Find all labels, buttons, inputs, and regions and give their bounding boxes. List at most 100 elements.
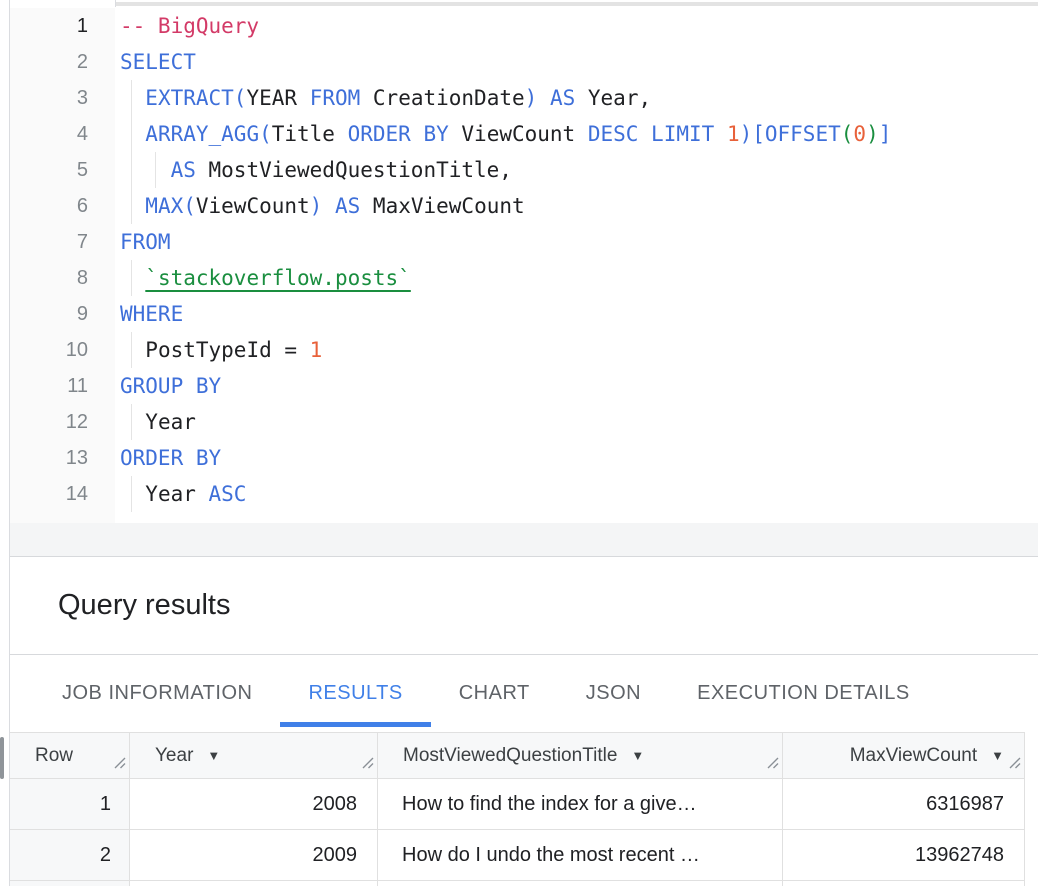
code-line: WHERE — [120, 296, 1038, 332]
column-header-label: MaxViewCount — [850, 745, 977, 767]
tab-label: EXECUTION DETAILS — [697, 682, 910, 705]
column-header-label: Row — [35, 745, 73, 767]
code-token: ORDER BY — [348, 122, 449, 146]
code-token: MaxViewCount — [360, 194, 524, 218]
code-token: FROM — [310, 86, 361, 110]
code-token: AS — [550, 86, 575, 110]
indent-guide — [131, 116, 132, 152]
sort-caret-icon[interactable]: ▼ — [207, 748, 220, 763]
code-token: Year — [145, 482, 208, 506]
code-line: -- BigQuery — [120, 8, 1038, 44]
code-token: -- BigQuery — [120, 14, 259, 38]
code-token: MostViewedQuestionTitle, — [196, 158, 512, 182]
code-token: MAX( — [145, 194, 196, 218]
cell-mostviewedquestiontitle: How to find the index for a give… — [378, 779, 783, 830]
code-token: ViewCount — [196, 194, 310, 218]
column-resize-handle-icon[interactable] — [113, 753, 126, 775]
table-row: 12008How to find the index for a give…63… — [10, 779, 1025, 830]
line-number: 10 — [10, 332, 88, 368]
cell-mostviewedquestiontitle: How do I undo the most recent … — [378, 830, 783, 881]
code-token — [120, 86, 145, 110]
table-row — [10, 881, 1025, 886]
code-token — [120, 194, 145, 218]
tab-label: JSON — [586, 682, 641, 705]
code-token: AS — [171, 158, 196, 182]
code-token: Title — [272, 122, 335, 146]
tab-results[interactable]: RESULTS — [280, 655, 430, 731]
indent-guide — [131, 260, 132, 296]
code-token: EXTRACT( — [145, 86, 246, 110]
code-token — [714, 122, 727, 146]
sql-code-area[interactable]: -- BigQuery SELECT EXTRACT(YEAR FROM Crea… — [115, 8, 1038, 523]
column-header-maxviewcount[interactable]: MaxViewCount ▼ — [783, 733, 1025, 779]
line-number: 9 — [10, 296, 88, 332]
code-line: Year ASC — [120, 476, 1038, 512]
table-row: 22009How do I undo the most recent …1396… — [10, 830, 1025, 881]
editor-hscrollbar-track[interactable] — [10, 523, 1038, 556]
column-header-row[interactable]: Row — [10, 733, 130, 779]
indent-guide — [131, 188, 132, 224]
column-header-label: MostViewedQuestionTitle — [403, 745, 617, 767]
sort-caret-icon[interactable]: ▼ — [991, 748, 1004, 763]
tab-json[interactable]: JSON — [558, 655, 669, 731]
column-resize-handle-icon[interactable] — [766, 753, 779, 775]
cell-year: 2009 — [130, 830, 378, 881]
cell-maxviewcount — [783, 881, 1025, 886]
vertical-scrollbar-thumb[interactable] — [0, 737, 4, 779]
code-line: Year — [120, 404, 1038, 440]
results-tab-bar: JOB INFORMATION RESULTSCHART JSON EXECUTION… — [10, 655, 1038, 731]
line-number: 4 — [10, 116, 88, 152]
code-token: ) — [525, 86, 538, 110]
top-chrome-border — [115, 2, 1038, 6]
code-line: EXTRACT(YEAR FROM CreationDate) AS Year, — [120, 80, 1038, 116]
cell-row — [10, 881, 130, 886]
code-line: `stackoverflow.posts` — [120, 260, 1038, 296]
code-token — [120, 338, 145, 362]
code-line: ARRAY_AGG(Title ORDER BY ViewCount DESC … — [120, 116, 1038, 152]
code-line: SELECT — [120, 44, 1038, 80]
code-token — [537, 86, 550, 110]
line-number: 2 — [10, 44, 88, 80]
code-line: PostTypeId = 1 — [120, 332, 1038, 368]
sql-editor[interactable]: 1234567891011121314 -- BigQuery SELECT EX… — [10, 8, 1038, 523]
column-header-label: Year — [155, 745, 193, 767]
table-reference-link[interactable]: `stackoverflow.posts` — [145, 266, 411, 290]
cell-row: 2 — [10, 830, 130, 881]
line-number: 7 — [10, 224, 88, 260]
cell-maxviewcount: 13962748 — [783, 830, 1025, 881]
table-header-row: RowYear▼MostViewedQuestionTitle▼MaxViewC… — [10, 733, 1025, 779]
column-resize-handle-icon[interactable] — [1008, 753, 1021, 775]
indent-guide — [131, 80, 132, 116]
code-line: ORDER BY — [120, 440, 1038, 476]
top-tab-separator — [115, 0, 116, 7]
sort-caret-icon[interactable]: ▼ — [631, 748, 644, 763]
code-token: YEAR — [246, 86, 297, 110]
tab-execution-details[interactable]: EXECUTION DETAILS — [669, 655, 938, 731]
line-number: 5 — [10, 152, 88, 188]
code-line: MAX(ViewCount) AS MaxViewCount — [120, 188, 1038, 224]
code-line: GROUP BY — [120, 368, 1038, 404]
cell-maxviewcount: 6316987 — [783, 779, 1025, 830]
code-token — [322, 194, 335, 218]
line-number: 8 — [10, 260, 88, 296]
line-number: 6 — [10, 188, 88, 224]
code-token: ViewCount — [449, 122, 588, 146]
column-resize-handle-icon[interactable] — [361, 753, 374, 775]
code-token: ) — [310, 194, 323, 218]
indent-guide — [131, 404, 132, 440]
tab-label: JOB INFORMATION — [62, 682, 252, 705]
column-header-year[interactable]: Year ▼ — [130, 733, 378, 779]
column-header-mostviewedquestiontitle[interactable]: MostViewedQuestionTitle ▼ — [378, 733, 783, 779]
code-token — [335, 122, 348, 146]
code-token: Year, — [575, 86, 651, 110]
code-token: GROUP BY — [120, 374, 221, 398]
code-token: FROM — [120, 230, 171, 254]
tab-job-information[interactable]: JOB INFORMATION — [34, 655, 280, 731]
code-token: WHERE — [120, 302, 183, 326]
page-title: Query results — [58, 589, 230, 622]
line-number-gutter: 1234567891011121314 — [10, 8, 115, 523]
code-token: PostTypeId = — [145, 338, 309, 362]
code-token — [297, 86, 310, 110]
tab-chart[interactable]: CHART — [431, 655, 558, 731]
code-token — [120, 122, 145, 146]
